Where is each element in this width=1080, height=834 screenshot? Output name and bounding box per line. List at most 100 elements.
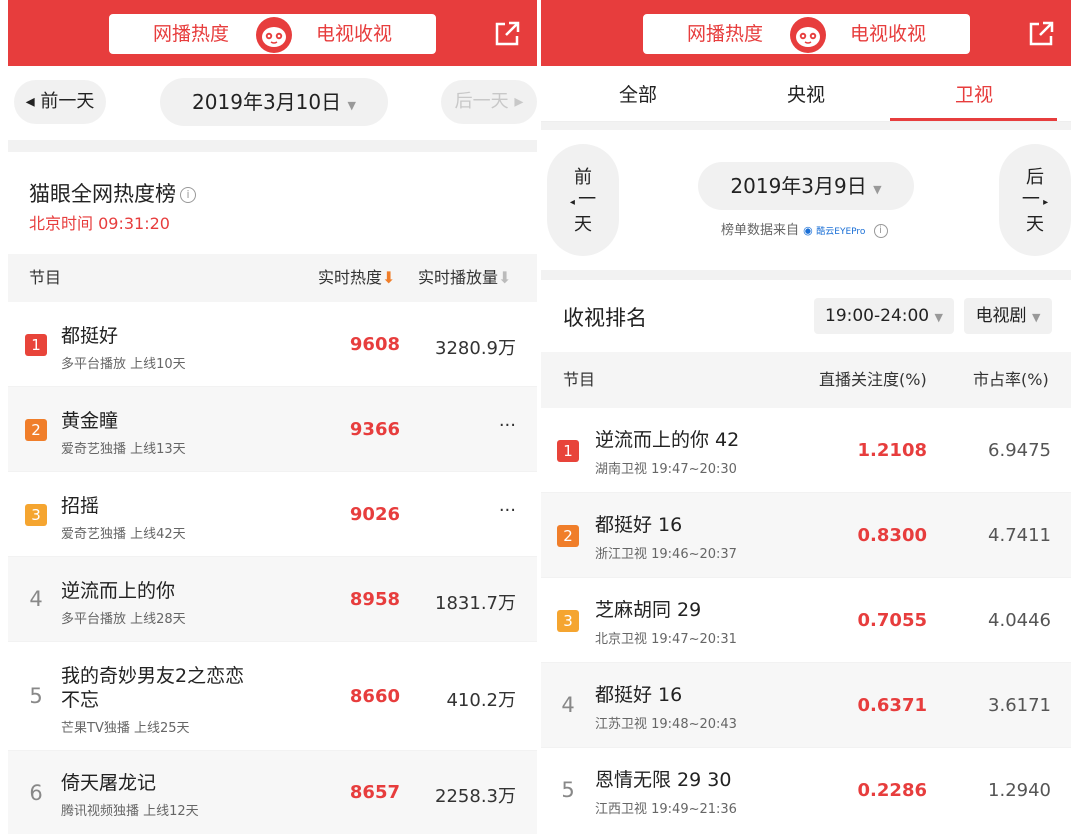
- chevron-down-icon: ▼: [873, 183, 882, 196]
- rank-badge: 3: [557, 610, 579, 632]
- rank-badge: 3: [25, 504, 47, 526]
- program-info: 江西卫视 19:49~21:36: [595, 802, 737, 817]
- table-row[interactable]: 6 倚天屠龙记 腾讯视频独播 上线12天 8657 2258.3万: [8, 751, 537, 834]
- genre-select[interactable]: 电视剧 ▼: [964, 298, 1052, 334]
- attention-value: 0.7055: [857, 610, 927, 631]
- program-info: 北京卫视 19:47~20:31: [595, 632, 737, 647]
- table-row[interactable]: 5 我的奇妙男友2之恋恋 不忘 芒果TV独播 上线25天 8660 410.2万: [8, 642, 537, 750]
- share-value: 3.6171: [988, 695, 1051, 716]
- program-name: 都挺好 16: [595, 514, 683, 536]
- program-name: 都挺好 16: [595, 684, 683, 706]
- table-row[interactable]: 3 芝麻胡同 29 北京卫视 19:47~20:31 0.7055 4.0446: [541, 578, 1071, 662]
- date-picker[interactable]: 2019年3月9日 ▼: [698, 162, 914, 210]
- table-row[interactable]: 1 逆流而上的你 42 湖南卫视 19:47~20:30 1.2108 6.94…: [541, 408, 1071, 492]
- table-row[interactable]: 2 都挺好 16 浙江卫视 19:46~20:37 0.8300 4.7411: [541, 493, 1071, 577]
- next-char-3: 天: [1026, 214, 1044, 235]
- program-info: 腾讯视频独播 上线12天: [61, 804, 199, 819]
- rank-badge: 1: [557, 440, 579, 462]
- play-count: 410.2万: [446, 690, 516, 711]
- play-count: ···: [498, 415, 516, 436]
- beijing-time: 北京时间 09:31:20: [29, 214, 170, 233]
- attention-value: 1.2108: [857, 440, 927, 461]
- prev-char-2-text: 一: [578, 189, 597, 210]
- table-row[interactable]: 4 都挺好 16 江苏卫视 19:48~20:43 0.6371 3.6171: [541, 663, 1071, 747]
- active-tab-indicator: [890, 118, 1057, 121]
- prev-day-button[interactable]: 前 ◂ 一 天: [547, 144, 619, 256]
- table-row[interactable]: 2 黄金瞳 爱奇艺独播 上线13天 9366 ···: [8, 387, 537, 471]
- attention-value: 0.2286: [857, 780, 927, 801]
- source-label: 榜单数据来自: [721, 223, 800, 238]
- next-char-2: 一 ▸: [999, 189, 1071, 214]
- tab-tv-ratings[interactable]: 电视收视: [274, 16, 434, 52]
- col-plays-label: 实时播放量: [418, 268, 499, 287]
- heat-value: 8657: [349, 782, 400, 803]
- prev-char-2: ◂ 一: [547, 189, 619, 214]
- time-slot-value: 19:00-24:00: [825, 306, 930, 326]
- tab-web-heat[interactable]: 网播热度: [645, 16, 805, 52]
- tv-ratings-panel: 网播热度 电视收视 全部 央视 卫视 前 ◂ 一 天 2019年3月9日 ▼ 榜…: [541, 0, 1071, 834]
- prev-day-button[interactable]: ◂ 前一天: [14, 80, 106, 124]
- col-attention[interactable]: 直播关注度(%): [819, 352, 927, 408]
- col-program: 节目: [563, 370, 596, 389]
- genre-value: 电视剧: [975, 306, 1027, 326]
- program-info: 芒果TV独播 上线25天: [61, 721, 190, 736]
- heat-value: 8958: [349, 589, 400, 610]
- table-row[interactable]: 1 都挺好 多平台播放 上线10天 9608 3280.9万: [8, 302, 537, 386]
- next-day-button[interactable]: 后一天 ▸: [441, 80, 537, 124]
- date-picker[interactable]: 2019年3月10日 ▼: [160, 78, 388, 126]
- tab-cctv[interactable]: 央视: [756, 80, 856, 107]
- info-icon[interactable]: i: [873, 223, 888, 238]
- header-bar: 网播热度 电视收视: [8, 0, 537, 66]
- date-bar: 前 ◂ 一 天 2019年3月9日 ▼ 榜单数据来自 ◉ 酷云EYEPro i …: [541, 130, 1071, 270]
- chevron-right-icon: ▸: [1039, 197, 1049, 208]
- heat-value: 8660: [349, 686, 400, 707]
- channel-tabs: 全部 央视 卫视: [541, 66, 1071, 122]
- tab-tv-ratings[interactable]: 电视收视: [808, 16, 968, 52]
- table-row[interactable]: 3 招摇 爱奇艺独播 上线42天 9026 ···: [8, 472, 537, 556]
- prev-char-3: 天: [574, 214, 592, 235]
- sort-icon: ⬇: [498, 268, 512, 287]
- web-heat-panel: 网播热度 电视收视 ◂ 前一天 2019年3月10日 ▼ 后一天 ▸ 猫眼全网热…: [8, 0, 537, 834]
- share-value: 4.7411: [988, 525, 1051, 546]
- table-row[interactable]: 4 逆流而上的你 多平台播放 上线28天 8958 1831.7万: [8, 557, 537, 641]
- share-value: 6.9475: [988, 440, 1051, 461]
- current-date: 2019年3月9日: [730, 174, 867, 198]
- col-share[interactable]: 市占率(%): [973, 352, 1049, 408]
- play-count: 1831.7万: [435, 593, 516, 614]
- next-char-1: 后: [1026, 167, 1044, 188]
- attention-value: 0.6371: [857, 695, 927, 716]
- sort-desc-icon: ⬇: [382, 268, 396, 287]
- program-info: 多平台播放 上线28天: [61, 612, 186, 627]
- page-title: 猫眼全网热度榜 i: [29, 178, 196, 208]
- table-row[interactable]: 5 恩情无限 29 30 江西卫视 19:49~21:36 0.2286 1.2…: [541, 748, 1071, 834]
- tab-all[interactable]: 全部: [588, 80, 688, 107]
- kuyun-logo-icon: ◉: [803, 224, 817, 237]
- share-value: 1.2940: [988, 780, 1051, 801]
- program-info: 爱奇艺独播 上线42天: [61, 527, 186, 542]
- info-icon[interactable]: i: [180, 187, 196, 203]
- rank-number: 4: [29, 587, 43, 611]
- rank-number: 6: [29, 781, 43, 805]
- rank-badge: 1: [25, 334, 47, 356]
- date-bar: ◂ 前一天 2019年3月10日 ▼ 后一天 ▸: [8, 66, 537, 140]
- share-icon[interactable]: [493, 20, 521, 48]
- program-name-line-1: 我的奇妙男友2之恋恋: [61, 665, 245, 687]
- col-plays[interactable]: 实时播放量⬇: [418, 254, 511, 302]
- program-name: 黄金瞳: [61, 410, 119, 432]
- section-title: 猫眼全网热度榜: [29, 182, 176, 206]
- next-day-button[interactable]: 后 一 ▸ 天: [999, 144, 1071, 256]
- chevron-left-icon: ◂: [569, 197, 579, 208]
- program-name: 逆流而上的你 42: [595, 429, 740, 451]
- mode-switch: 网播热度 电视收视: [643, 14, 970, 54]
- rank-badge: 2: [557, 525, 579, 547]
- chevron-down-icon: ▼: [1031, 311, 1041, 324]
- share-icon[interactable]: [1027, 20, 1055, 48]
- next-char-2-text: 一: [1021, 189, 1040, 210]
- tab-satellite[interactable]: 卫视: [924, 80, 1024, 107]
- tab-web-heat[interactable]: 网播热度: [111, 16, 271, 52]
- col-heat[interactable]: 实时热度⬇: [318, 254, 395, 302]
- program-name: 芝麻胡同 29: [595, 599, 702, 621]
- time-slot-select[interactable]: 19:00-24:00 ▼: [814, 298, 954, 334]
- table-header: 节目 直播关注度(%) 市占率(%): [541, 352, 1071, 408]
- page-title: 收视排名: [563, 306, 647, 330]
